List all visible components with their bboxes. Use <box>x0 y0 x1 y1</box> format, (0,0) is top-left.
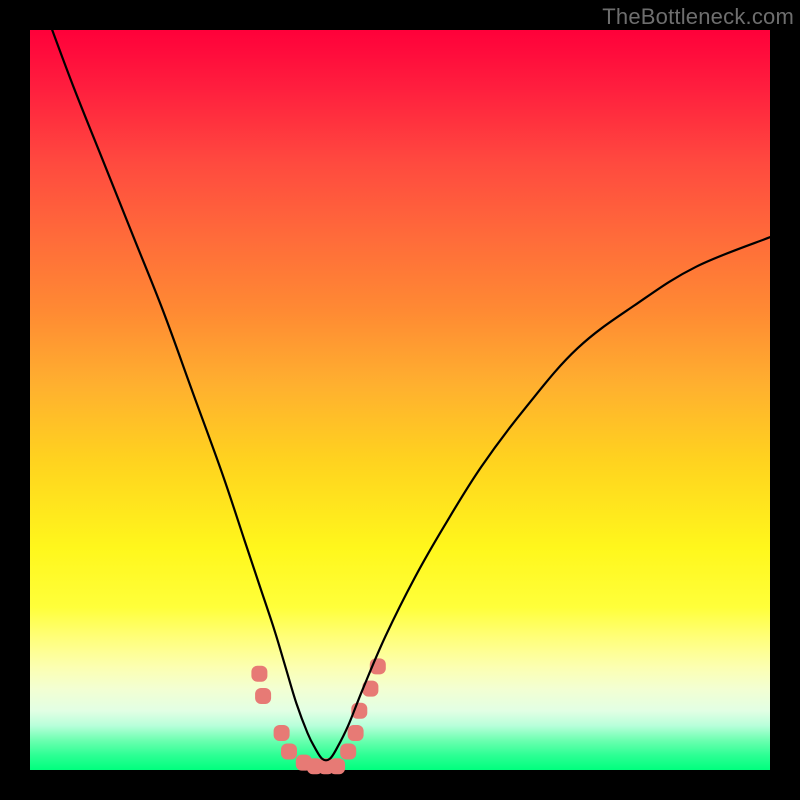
watermark-text: TheBottleneck.com <box>602 4 794 30</box>
highlight-marker <box>251 666 267 682</box>
highlight-markers-group <box>251 658 385 774</box>
bottleneck-curve <box>52 30 770 760</box>
highlight-marker <box>329 758 345 774</box>
highlight-marker <box>255 688 271 704</box>
curve-layer <box>30 30 770 770</box>
plot-area <box>30 30 770 770</box>
highlight-marker <box>340 744 356 760</box>
chart-frame: TheBottleneck.com <box>0 0 800 800</box>
highlight-marker <box>281 744 297 760</box>
highlight-marker <box>348 725 364 741</box>
highlight-marker <box>274 725 290 741</box>
